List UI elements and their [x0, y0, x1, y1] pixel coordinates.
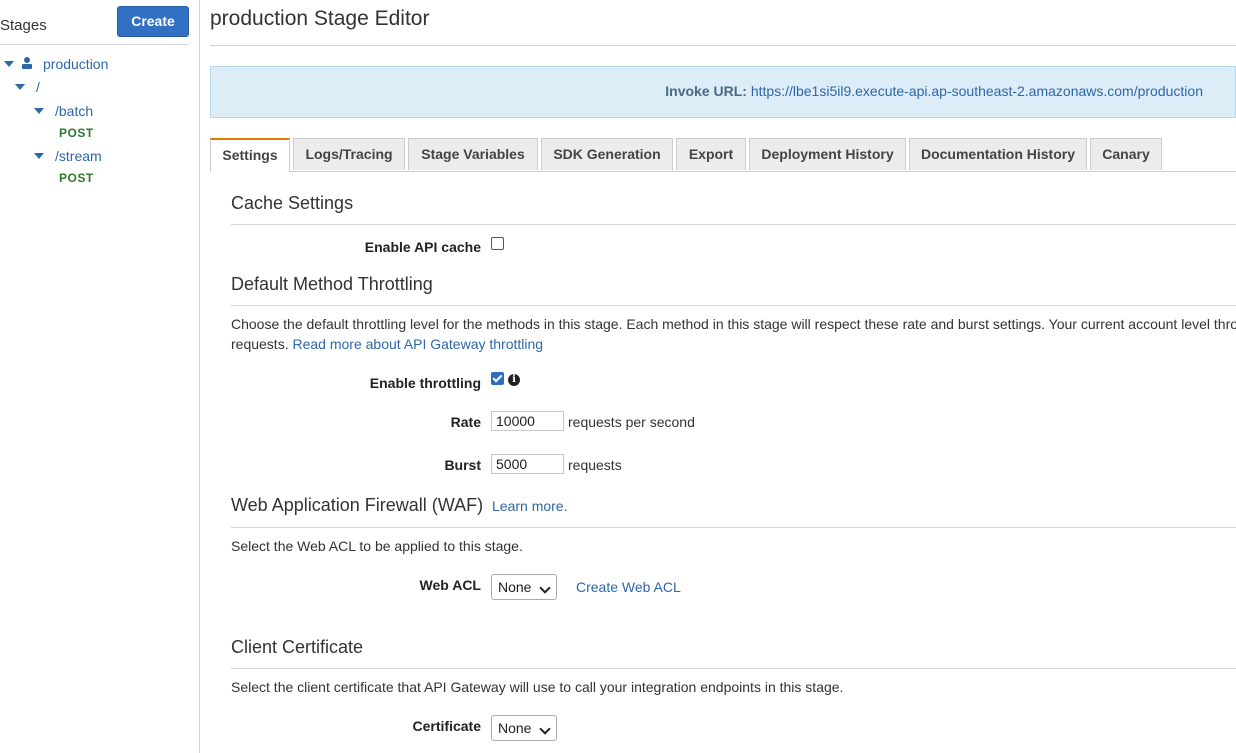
certificate-select[interactable]: None: [491, 715, 557, 741]
enable-api-cache-checkbox[interactable]: [491, 237, 504, 250]
create-web-acl-link[interactable]: Create Web ACL: [576, 579, 681, 595]
rate-unit: requests per second: [568, 414, 695, 430]
stages-sidebar: Stages Create production / /batch POST /…: [0, 0, 200, 753]
burst-unit: requests: [568, 457, 622, 473]
expand-production-icon[interactable]: [4, 61, 14, 67]
throttling-description-end: requests.: [231, 336, 289, 352]
tab-canary[interactable]: Canary: [1090, 138, 1162, 170]
enable-throttling-label: Enable throttling: [369, 375, 481, 391]
tab-sdk-generation[interactable]: SDK Generation: [541, 138, 673, 170]
web-acl-select[interactable]: None: [491, 574, 557, 600]
invoke-url-link[interactable]: https://lbe1si5il9.execute-api.ap-southe…: [751, 83, 1203, 99]
stage-editor: production Stage Editor Invoke URL: http…: [210, 0, 1236, 753]
enable-api-cache-label: Enable API cache: [364, 239, 481, 255]
info-icon[interactable]: i: [508, 374, 520, 386]
throttling-divider: [231, 305, 1236, 306]
cache-settings-heading: Cache Settings: [231, 193, 354, 213]
waf-divider: [231, 527, 1236, 528]
tab-documentation-history[interactable]: Documentation History: [909, 138, 1087, 170]
stages-title: Stages: [0, 17, 47, 34]
invoke-url-banner: Invoke URL: https://lbe1si5il9.execute-a…: [210, 66, 1236, 118]
waf-description: Select the Web ACL to be applied to this…: [231, 538, 523, 554]
throttling-description: Choose the default throttling level for …: [231, 316, 1236, 332]
certificate-label: Certificate: [412, 718, 481, 734]
invoke-url-label: Invoke URL:: [665, 83, 747, 99]
tree-item-stream-post[interactable]: POST: [59, 171, 94, 185]
burst-input[interactable]: [491, 454, 564, 474]
tab-export[interactable]: Export: [676, 138, 746, 170]
chevron-down-icon: [539, 723, 551, 735]
tab-deployment-history[interactable]: Deployment History: [749, 138, 906, 170]
stages-header: Stages Create: [0, 0, 189, 45]
expand-batch-icon[interactable]: [34, 108, 44, 114]
web-acl-value: None: [498, 579, 532, 595]
client-certificate-heading: Client Certificate: [231, 637, 364, 657]
rate-label: Rate: [450, 414, 481, 430]
waf-learn-more-link[interactable]: Learn more.: [492, 498, 567, 514]
title-divider: [210, 45, 1236, 46]
tab-bar: Settings Logs/Tracing Stage Variables SD…: [210, 137, 1236, 172]
tree-item-root[interactable]: /: [36, 79, 40, 95]
certificate-value: None: [498, 720, 532, 736]
stage-icon: [20, 56, 34, 70]
page-title: production Stage Editor: [210, 7, 430, 30]
waf-heading: Web Application Firewall (WAF): [231, 495, 484, 515]
burst-label: Burst: [444, 457, 481, 473]
expand-root-icon[interactable]: [15, 84, 25, 90]
rate-input[interactable]: [491, 411, 564, 431]
enable-throttling-checkbox[interactable]: [491, 372, 504, 385]
client-certificate-divider: [231, 668, 1236, 669]
create-stage-button[interactable]: Create: [117, 6, 189, 37]
tab-logs-tracing[interactable]: Logs/Tracing: [293, 138, 405, 170]
client-certificate-description: Select the client certificate that API G…: [231, 679, 844, 695]
expand-stream-icon[interactable]: [34, 153, 44, 159]
throttling-read-more-link[interactable]: Read more about API Gateway throttling: [292, 336, 543, 352]
tree-item-batch[interactable]: /batch: [55, 103, 93, 119]
web-acl-label: Web ACL: [419, 577, 481, 593]
tab-stage-variables[interactable]: Stage Variables: [408, 138, 538, 170]
tree-item-production[interactable]: production: [43, 56, 108, 72]
tree-item-batch-post[interactable]: POST: [59, 126, 94, 140]
tree-item-stream[interactable]: /stream: [55, 148, 102, 164]
tab-settings[interactable]: Settings: [210, 138, 290, 172]
cache-divider: [231, 224, 1236, 225]
throttling-heading: Default Method Throttling: [231, 274, 433, 294]
chevron-down-icon: [539, 582, 551, 594]
